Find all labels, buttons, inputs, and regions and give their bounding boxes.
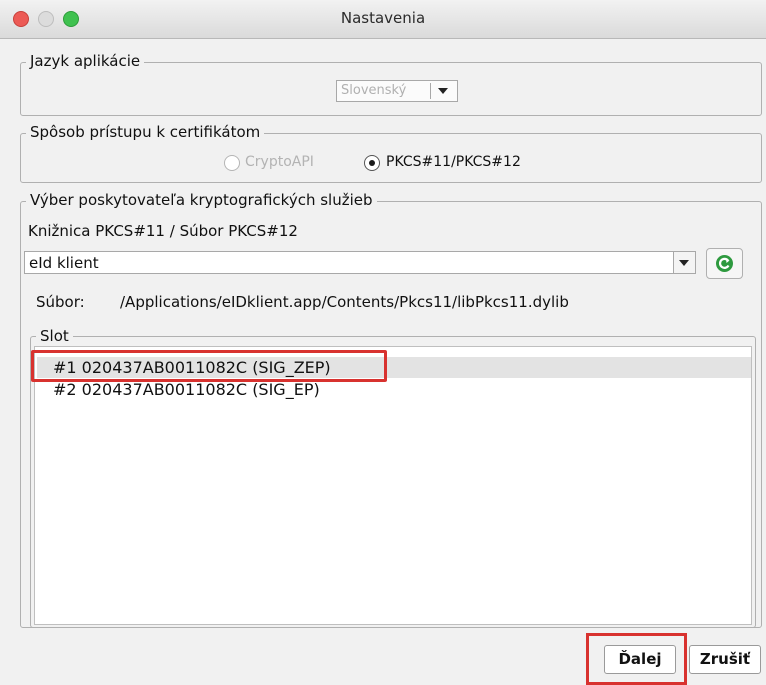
title-bar: Nastavenia	[0, 0, 766, 39]
pkcs-radio[interactable]	[364, 155, 380, 171]
slot-highlight-box	[31, 350, 387, 382]
refresh-icon	[716, 255, 733, 272]
file-path: /Applications/eIDklient.app/Contents/Pkc…	[120, 293, 569, 311]
select-divider	[430, 83, 431, 99]
slot-list[interactable]: #1 020437AB0011082C (SIG_ZEP) #2 020437A…	[34, 346, 752, 625]
slot-row[interactable]: #2 020437AB0011082C (SIG_EP)	[37, 379, 453, 400]
library-select-value: eId klient	[29, 254, 99, 272]
provider-group-legend: Výber poskytovateľa kryptografických slu…	[26, 191, 377, 209]
language-group-legend: Jazyk aplikácie	[26, 52, 145, 70]
refresh-button[interactable]	[706, 248, 743, 279]
slot-legend: Slot	[36, 327, 73, 345]
radio-selected-dot	[369, 160, 375, 166]
library-dropdown-button[interactable]	[673, 252, 695, 273]
cryptoapi-label: CryptoAPI	[245, 154, 314, 170]
access-method-legend: Spôsob prístupu k certifikátom	[26, 123, 265, 141]
pkcs-label: PKCS#11/PKCS#12	[386, 154, 521, 170]
cryptoapi-radio[interactable]	[224, 155, 240, 171]
library-select[interactable]: eId klient	[24, 251, 696, 274]
language-select[interactable]: Slovenský	[336, 80, 458, 102]
next-highlight-box	[586, 633, 687, 685]
chevron-down-icon	[438, 88, 448, 94]
cancel-button[interactable]: Zrušiť	[689, 645, 761, 674]
file-label: Súbor:	[36, 293, 85, 311]
window-title: Nastavenia	[340, 9, 426, 27]
chevron-down-icon	[679, 260, 689, 266]
library-label: Knižnica PKCS#11 / Súbor PKCS#12	[28, 222, 298, 240]
language-select-value: Slovenský	[341, 83, 407, 98]
